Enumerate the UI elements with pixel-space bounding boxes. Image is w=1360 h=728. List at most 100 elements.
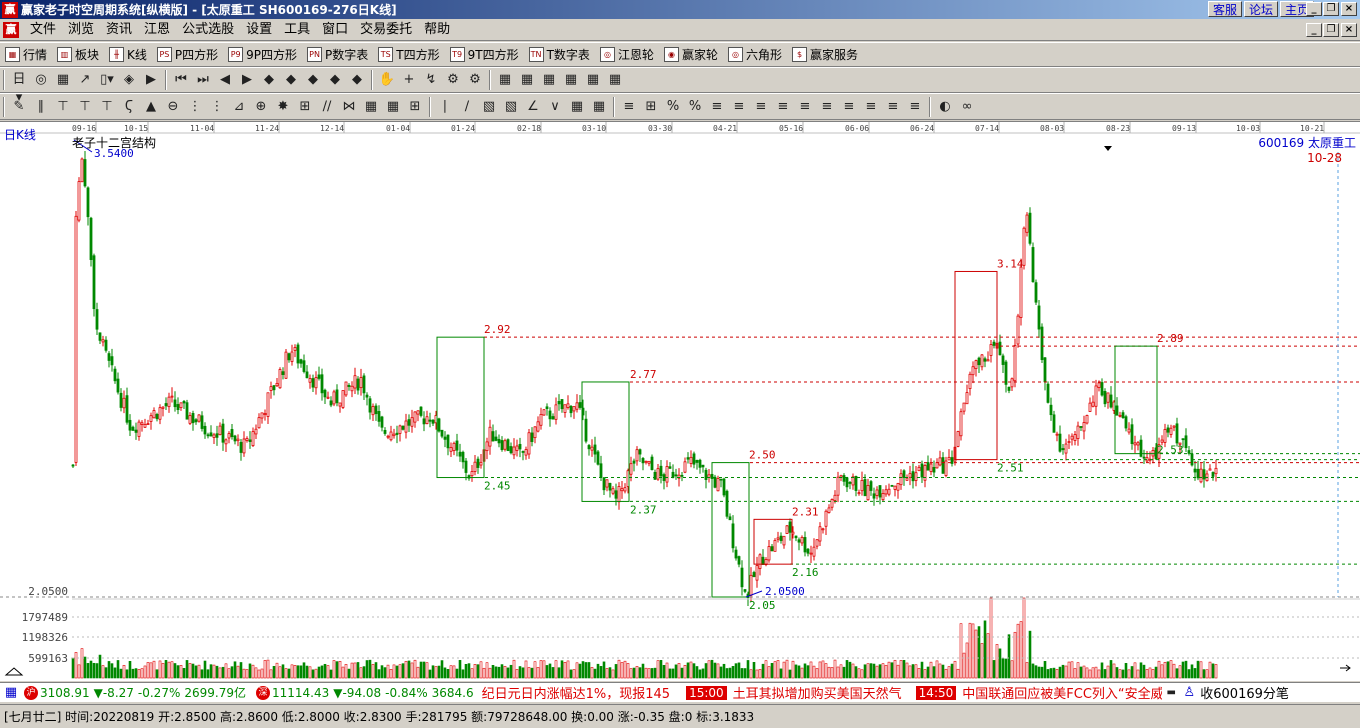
chart-canvas[interactable]: 09-16 10-15 11-04 11-24 12-14 01-04 01-24 02-18… [0, 122, 1360, 682]
tool-icon[interactable]: ⊤ [76, 98, 94, 116]
toolbar-button[interactable]: $ 赢家服务 [787, 45, 863, 65]
tool-icon[interactable]: ≡ [796, 98, 814, 116]
link-forum[interactable]: 论坛 [1244, 1, 1279, 17]
menu-gann[interactable]: 江恩 [138, 19, 176, 41]
minimize-button[interactable]: _ [1306, 2, 1322, 16]
toolbar-button[interactable]: ◎ 江恩轮 [595, 45, 659, 65]
tool-icon[interactable]: ▦ [590, 98, 608, 116]
tool-icon[interactable]: ▦ [496, 71, 514, 89]
tool-icon[interactable]: ⊤ [54, 98, 72, 116]
tool-icon[interactable]: ✎ [10, 98, 28, 116]
tool-icon[interactable]: ∕ [458, 98, 476, 116]
tool-icon[interactable]: ▦ [540, 71, 558, 89]
menu-browse[interactable]: 浏览 [62, 19, 100, 41]
child-close-button[interactable]: × [1341, 23, 1357, 37]
menu-file[interactable]: 文件 [24, 19, 62, 41]
tool-icon[interactable]: ◆ [304, 71, 322, 89]
tool-icon[interactable]: ▧ [480, 98, 498, 116]
period-label[interactable]: 日K线 [4, 126, 36, 143]
person-icon[interactable]: ♙ [1182, 684, 1196, 702]
toolbar-button[interactable]: ▥ 板块 [52, 45, 104, 65]
tool-icon[interactable]: ≡ [708, 98, 726, 116]
tool-icon[interactable]: ◆ [326, 71, 344, 89]
close-button[interactable]: × [1341, 2, 1357, 16]
tool-icon[interactable]: ▧ [502, 98, 520, 116]
toolbar-button[interactable]: ╫ K线 [104, 45, 152, 65]
tool-icon[interactable]: ⊖ [164, 98, 182, 116]
tool-icon[interactable]: ∣ [436, 98, 454, 116]
tool-icon[interactable]: ✸ [274, 98, 292, 116]
toolbar-button[interactable]: ▦ 行情 [0, 45, 52, 65]
menu-info[interactable]: 资讯 [100, 19, 138, 41]
tool-icon[interactable]: ≡ [862, 98, 880, 116]
toolbar-button[interactable]: T9 9T四方形 [445, 45, 524, 65]
menu-tools[interactable]: 工具 [278, 19, 316, 41]
tool-icon[interactable]: ◐ [936, 98, 954, 116]
toolbar-button[interactable]: ◉ 赢家轮 [659, 45, 723, 65]
tool-icon[interactable]: ▦ [568, 98, 586, 116]
tool-icon[interactable]: ⋮ [186, 98, 204, 116]
tool-icon[interactable]: % [664, 98, 682, 116]
tool-icon[interactable]: ▦ [54, 71, 72, 89]
toolbar-button[interactable]: P9 9P四方形 [223, 45, 302, 65]
tool-icon[interactable]: ▦ [384, 98, 402, 116]
tool-icon[interactable]: ◆ [282, 71, 300, 89]
toolbar-button[interactable]: TS T四方形 [373, 45, 444, 65]
collapse-icon[interactable]: ▬ [1164, 684, 1178, 702]
tool-icon[interactable]: ≡ [884, 98, 902, 116]
tool-icon[interactable]: ↗ [76, 71, 94, 89]
tool-icon[interactable]: ∕∕ [318, 98, 336, 116]
child-restore-button[interactable]: ❐ [1323, 23, 1339, 37]
tool-icon[interactable]: ∞ [958, 98, 976, 116]
tool-icon[interactable]: ≡ [730, 98, 748, 116]
tool-icon[interactable]: % [686, 98, 704, 116]
tool-icon[interactable]: ≡ [774, 98, 792, 116]
news-item[interactable]: 纪日元日内涨幅达1%，现报145 [482, 683, 670, 702]
tool-icon[interactable]: ∨ [546, 98, 564, 116]
tool-icon[interactable]: ▲ [142, 98, 160, 116]
tool-icon[interactable]: ⚙ [466, 71, 484, 89]
menu-help[interactable]: 帮助 [418, 19, 456, 41]
tool-icon[interactable]: ◀ [216, 71, 234, 89]
menu-trade[interactable]: 交易委托 [354, 19, 418, 41]
toolbar-button[interactable]: ◎ 六角形 [723, 45, 787, 65]
tool-icon[interactable]: ∠ [524, 98, 542, 116]
tool-icon[interactable]: ▦ [606, 71, 624, 89]
tool-icon[interactable]: ≡ [620, 98, 638, 116]
tool-icon[interactable]: ▶ [238, 71, 256, 89]
tool-icon[interactable]: ✋ [378, 71, 396, 89]
ticker-stock-summary[interactable]: 收600169分笔 [1200, 683, 1289, 702]
tool-icon[interactable]: ⊕ [252, 98, 270, 116]
tool-icon[interactable]: ⊤ [98, 98, 116, 116]
grid-icon[interactable]: ▦ [2, 684, 20, 702]
tool-icon[interactable]: ≡ [840, 98, 858, 116]
menu-window[interactable]: 窗口 [316, 19, 354, 41]
tool-icon[interactable]: ⊞ [642, 98, 660, 116]
toolbar-button[interactable]: TN T数字表 [524, 45, 595, 65]
child-minimize-button[interactable]: _ [1306, 23, 1322, 37]
tool-icon[interactable]: ⊿ [230, 98, 248, 116]
toolbar-button[interactable]: PS P四方形 [152, 45, 223, 65]
news-item[interactable]: 土耳其拟增加购买美国天然气 [733, 683, 902, 702]
tool-icon[interactable]: ◆ [348, 71, 366, 89]
tool-icon[interactable]: + [400, 71, 418, 89]
tool-icon[interactable]: ▦ [584, 71, 602, 89]
tool-icon[interactable]: ⊞ [296, 98, 314, 116]
tool-icon[interactable]: ▶ [142, 71, 160, 89]
tool-icon[interactable]: ⏮ [172, 71, 190, 89]
tool-icon[interactable]: 日▾ [10, 71, 28, 105]
tool-icon[interactable]: ↯ [422, 71, 440, 89]
restore-button[interactable]: ❐ [1323, 2, 1339, 16]
tool-icon[interactable]: ▦ [562, 71, 580, 89]
tool-icon[interactable]: ⋈ [340, 98, 358, 116]
tool-icon[interactable]: ⊞ [406, 98, 424, 116]
tool-icon[interactable]: ≡ [818, 98, 836, 116]
tool-icon[interactable]: ⏭ [194, 71, 212, 89]
tool-icon[interactable]: Ϛ [120, 98, 138, 116]
link-service[interactable]: 客服 [1208, 1, 1243, 17]
tool-icon[interactable]: ≡ [906, 98, 924, 116]
tool-icon[interactable]: ⚙ [444, 71, 462, 89]
menu-settings[interactable]: 设置 [240, 19, 278, 41]
menu-formula[interactable]: 公式选股 [176, 19, 240, 41]
tool-icon[interactable]: ◎ [32, 71, 50, 89]
